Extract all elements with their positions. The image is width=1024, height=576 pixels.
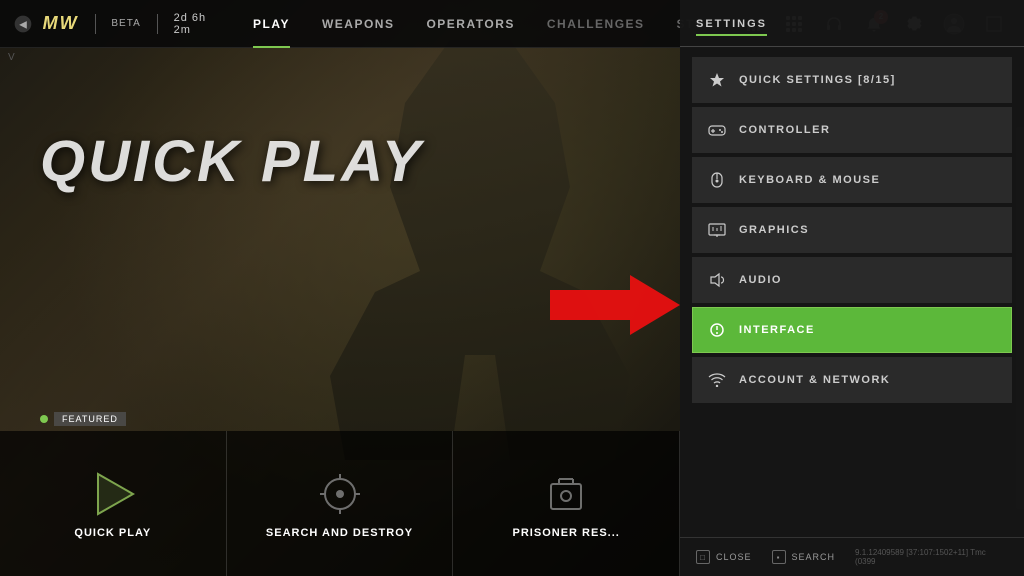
prisoner-rescue-card-icon [541, 469, 591, 519]
search-button[interactable]: ▪ SEARCH [772, 548, 836, 566]
search-key: ▪ [772, 550, 786, 564]
main-nav-menu: PLAY WEAPONS OPERATORS CHALLENGES STO... [237, 0, 736, 48]
featured-label: FEATURED [54, 412, 126, 426]
settings-item-audio[interactable]: AUDIO [692, 257, 1012, 303]
svg-text:◀: ◀ [19, 19, 27, 30]
settings-item-keyboard-mouse[interactable]: KEYBOARD & MOUSE [692, 157, 1012, 203]
game-card-search-destroy[interactable]: SEARCH AND DESTROY [227, 431, 454, 576]
star-icon [707, 70, 727, 90]
logo-text: MW [43, 13, 79, 34]
nav-item-play[interactable]: PLAY [237, 0, 306, 48]
gamepad-icon [707, 120, 727, 140]
prisoner-rescue-card-title: PRISONER RES... [513, 527, 620, 539]
nav-divider-2 [157, 14, 158, 34]
mouse-icon [707, 170, 727, 190]
settings-item-graphics[interactable]: GRAPHICS [692, 207, 1012, 253]
timer: 2d 6h 2m [174, 12, 217, 36]
monitor-icon [707, 220, 727, 240]
controller-label: CONTROLLER [739, 124, 830, 136]
wifi-icon [707, 370, 727, 390]
interface-label: INTERFACE [739, 324, 815, 336]
featured-badge: FEATURED [40, 412, 126, 426]
graphics-label: GRAPHICS [739, 224, 809, 236]
search-label: SEARCH [792, 552, 836, 562]
settings-item-quick-settings[interactable]: QUICK SETTINGS [8/15] [692, 57, 1012, 103]
close-label: CLOSE [716, 552, 752, 562]
settings-list: QUICK SETTINGS [8/15] CONTROLLER [680, 47, 1024, 537]
nav-divider [95, 14, 96, 34]
main-content: QUICK PLAY FEATURED QUICK PLAY [0, 48, 680, 576]
back-button[interactable]: ◀ [12, 10, 35, 38]
close-button[interactable]: □ CLOSE [696, 548, 752, 566]
search-destroy-card-title: SEARCH AND DESTROY [266, 527, 413, 539]
settings-footer: □ CLOSE ▪ SEARCH 9.1.12409589 [37:107:15… [680, 537, 1024, 576]
quick-play-card-icon [88, 469, 138, 519]
settings-panel-title: SETTINGS [696, 18, 767, 36]
settings-item-account-network[interactable]: ACCOUNT & NETWORK [692, 357, 1012, 403]
v-icon: V [8, 52, 15, 63]
version-text: 9.1.12409589 [37:107:1502+11] Tmc (0399 [855, 548, 1008, 566]
close-key: □ [696, 550, 710, 564]
settings-item-interface[interactable]: INTERFACE [692, 307, 1012, 353]
page-title: QUICK PLAY [40, 128, 423, 195]
featured-dot [40, 415, 48, 423]
speaker-icon [707, 270, 727, 290]
game-card-prisoner-rescue[interactable]: PRISONER RES... [453, 431, 680, 576]
nav-item-challenges[interactable]: CHALLENGES [531, 0, 661, 48]
keyboard-mouse-label: KEYBOARD & MOUSE [739, 174, 880, 186]
audio-label: AUDIO [739, 274, 782, 286]
quick-play-card-title: QUICK PLAY [74, 527, 151, 539]
quick-settings-label: QUICK SETTINGS [8/15] [739, 74, 896, 86]
account-network-label: ACCOUNT & NETWORK [739, 374, 890, 386]
game-card-quick-play[interactable]: QUICK PLAY [0, 431, 227, 576]
settings-panel: SETTINGS QUICK SETTINGS [8/15] [680, 0, 1024, 576]
interface-icon [707, 320, 727, 340]
game-cards: QUICK PLAY SEARCH AND DESTROY [0, 431, 680, 576]
nav-item-weapons[interactable]: WEAPONS [306, 0, 411, 48]
settings-item-controller[interactable]: CONTROLLER [692, 107, 1012, 153]
search-destroy-card-icon [315, 469, 365, 519]
nav-logo: MW [43, 13, 79, 34]
nav-left: ◀ MW BETA 2d 6h 2m [0, 10, 217, 38]
beta-label: BETA [111, 18, 140, 29]
settings-header: SETTINGS [680, 0, 1024, 47]
nav-item-operators[interactable]: OPERATORS [410, 0, 530, 48]
